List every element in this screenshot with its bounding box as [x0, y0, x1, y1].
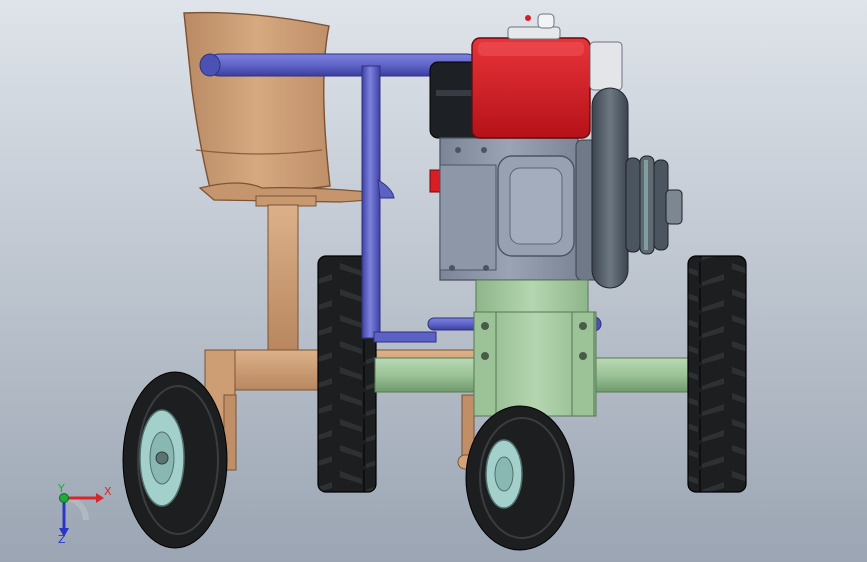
left-caster-wheel[interactable] [122, 371, 228, 549]
seat-post [267, 204, 299, 351]
pipe-bottom-horizontal [373, 331, 437, 343]
gearbox-bolt [579, 352, 587, 360]
gearbox-top-plate [475, 279, 589, 313]
gearbox-bolt [481, 352, 489, 360]
gearbox-bolt [579, 322, 587, 330]
flywheel [591, 87, 629, 289]
pulley-groove-light [644, 160, 648, 250]
cad-viewport[interactable]: X Y Z [0, 0, 867, 562]
engine-bolt [483, 265, 489, 271]
fuel-cap-base [507, 26, 561, 40]
pipe-vertical [361, 65, 381, 339]
engine-bolt [449, 265, 455, 271]
pipe-left-cap [199, 53, 221, 77]
gearbox[interactable] [473, 279, 597, 417]
fuel-cap-knob [525, 15, 531, 21]
radiator-box [589, 41, 623, 91]
seat-backrest [183, 11, 331, 197]
right-caster-hub-inner [494, 456, 514, 492]
triad-x-label: X [104, 485, 112, 498]
right-drive-wheel[interactable] [687, 255, 747, 493]
pulley-disc [625, 157, 641, 253]
engine-crankcase-inner [509, 167, 563, 245]
fuel-tank-highlight [478, 42, 584, 56]
right-drive-tire [687, 255, 747, 493]
gearbox-bolt [481, 322, 489, 330]
triad-y-label: Y [57, 482, 65, 495]
right-caster-wheel[interactable] [465, 405, 575, 551]
triad-z-label: Z [58, 533, 66, 546]
left-caster-axle-nut [155, 451, 169, 465]
engine-side-cover [439, 164, 497, 271]
air-filter-rib [436, 90, 474, 96]
pulley-hub [665, 189, 683, 225]
engine-bolt [455, 147, 461, 153]
fuel-cap [537, 13, 555, 29]
engine-bolt [481, 147, 487, 153]
